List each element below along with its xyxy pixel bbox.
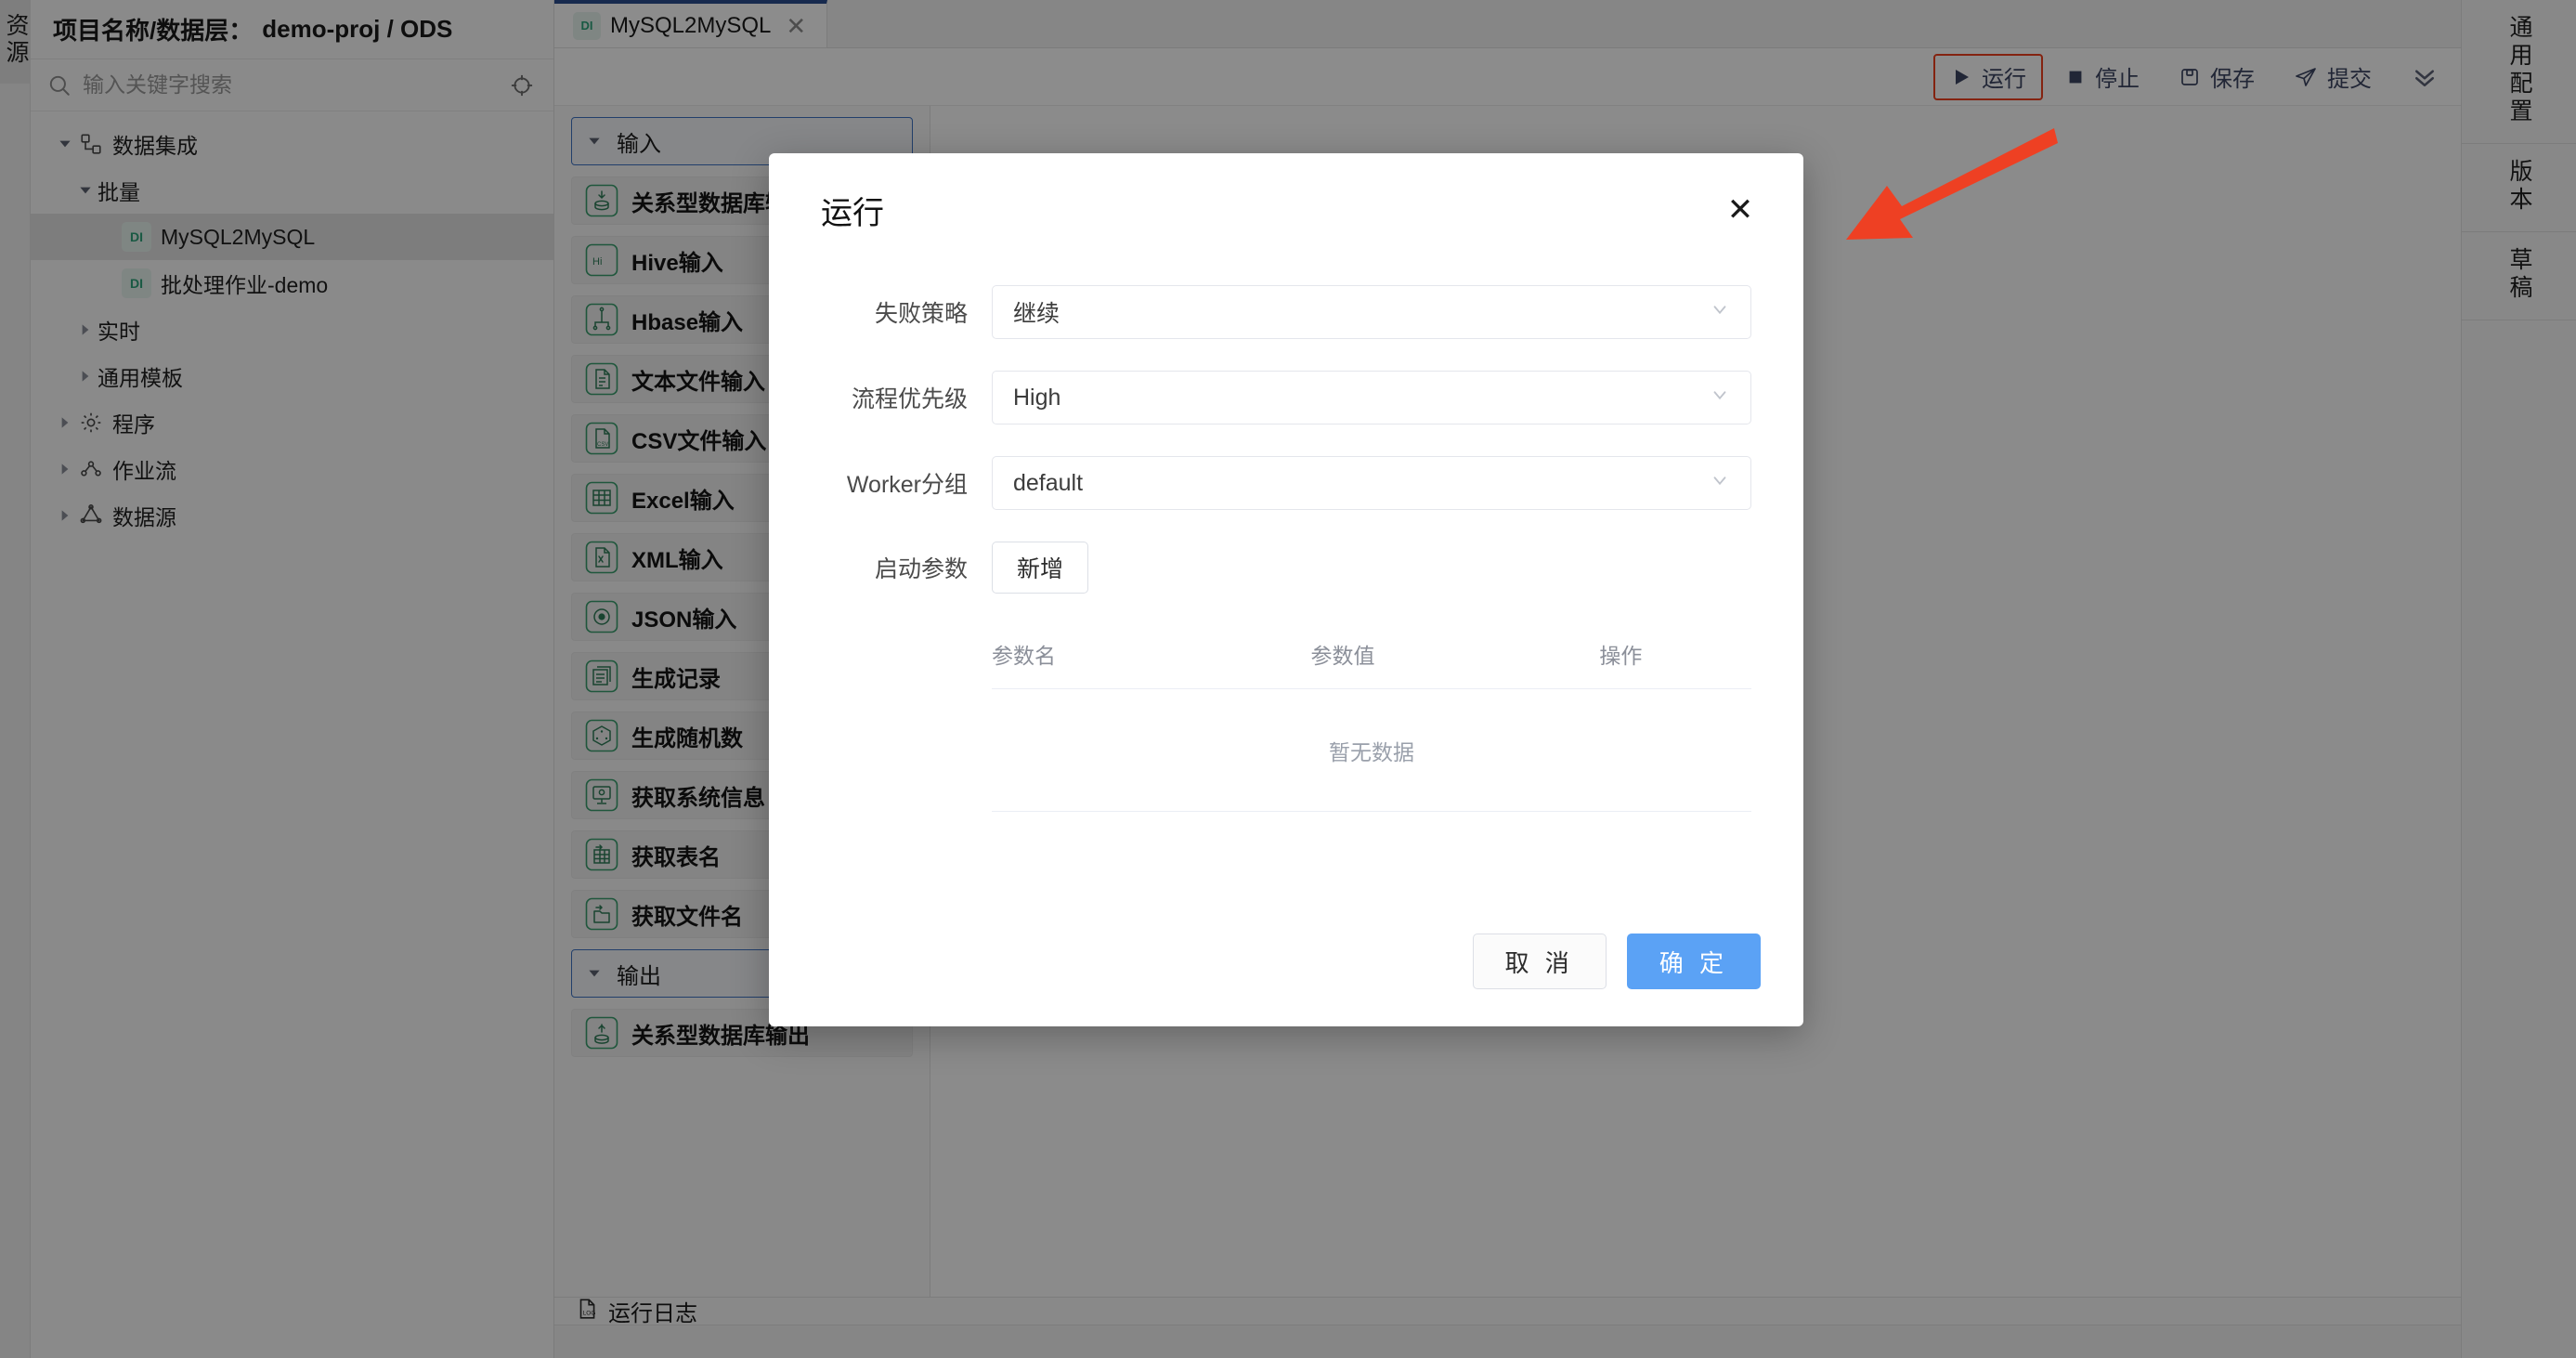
- params-empty-text: 暂无数据: [992, 689, 1751, 812]
- field-label-3: Worker分组: [769, 466, 992, 500]
- params-table-header: 参数名 参数值 操作: [992, 625, 1751, 689]
- form-row-1: 失败策略继续: [769, 285, 1751, 339]
- run-dialog-header: 运行 ✕: [769, 153, 1803, 267]
- chevron-down-icon: [1710, 299, 1730, 326]
- field-label-2: 流程优先级: [769, 381, 992, 414]
- form-row-3: Worker分组 default: [769, 456, 1751, 510]
- field-select-1[interactable]: 继续: [992, 285, 1751, 339]
- cancel-button[interactable]: 取 消: [1473, 934, 1607, 989]
- params-table: 参数名 参数值 操作 暂无数据: [992, 625, 1751, 812]
- chevron-down-icon: [1710, 385, 1730, 411]
- run-dialog-body: 失败策略继续流程优先级 High Worker分组 default 启动参数 新增 参…: [769, 267, 1803, 812]
- field-value-2: High: [1013, 385, 1710, 411]
- start-params-label: 启动参数: [769, 551, 992, 584]
- field-label-1: 失败策略: [769, 295, 992, 329]
- close-icon[interactable]: ✕: [1720, 189, 1761, 230]
- run-dialog: 运行 ✕ 失败策略继续流程优先级 High Worker分组 default 启动参数…: [769, 153, 1803, 1026]
- field-select-3[interactable]: default: [992, 456, 1751, 510]
- run-dialog-title: 运行: [821, 188, 1720, 233]
- field-value-1: 继续: [1013, 295, 1710, 329]
- field-value-3: default: [1013, 470, 1710, 497]
- field-select-2[interactable]: High: [992, 371, 1751, 424]
- confirm-button[interactable]: 确 定: [1627, 934, 1761, 989]
- params-col-op: 操作: [1599, 638, 1751, 670]
- chevron-down-icon: [1710, 470, 1730, 497]
- run-dialog-footer: 取 消 确 定: [1473, 934, 1761, 989]
- params-col-name: 参数名: [992, 638, 1311, 670]
- params-col-value: 参数值: [1311, 638, 1600, 670]
- add-param-button[interactable]: 新增: [992, 542, 1088, 594]
- start-params-row: 启动参数 新增: [769, 542, 1751, 594]
- form-row-2: 流程优先级 High: [769, 371, 1751, 424]
- app-root: 资源 项目名称/数据层： demo-proj / ODS 数据集成批量DI: [0, 0, 2576, 1358]
